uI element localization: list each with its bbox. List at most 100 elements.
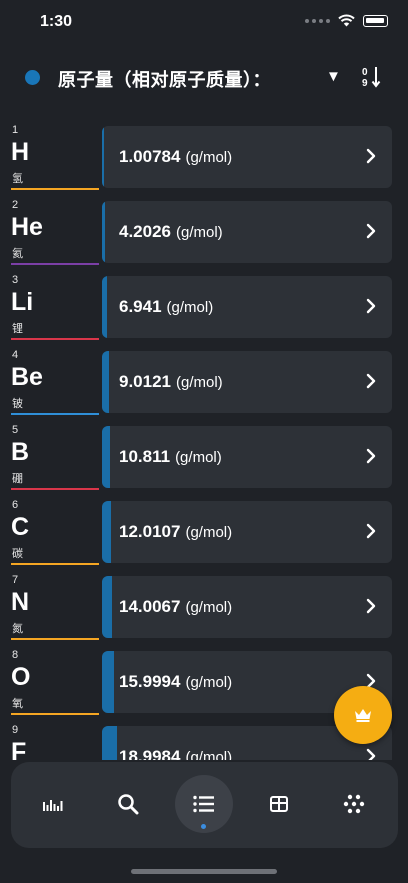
value-bar [102,426,111,488]
element-row[interactable]: 2 He 氦 4.2026 (g/mol) [0,195,408,265]
category-underline [11,413,99,415]
value-bar [102,351,109,413]
property-selector[interactable]: 原子量（相对原子质量）： [58,66,271,92]
element-name: 碳 [12,548,23,560]
element-row[interactable]: 4 Be 铍 9.0121 (g/mol) [0,345,408,415]
element-name: 氧 [12,698,23,710]
value-bar [102,501,111,563]
chevron-right-icon [366,298,376,314]
element-symbol: N [11,588,30,616]
svg-text:9: 9 [362,78,368,88]
signal-icon [305,18,330,23]
status-time: 1:30 [40,13,73,30]
value-text: 12.0107 (g/mol) [119,522,232,542]
status-icons [305,14,388,27]
value-text: 15.9994 (g/mol) [119,672,232,692]
atomic-number: 5 [12,424,19,436]
element-symbol: C [11,513,30,541]
category-underline [11,263,99,265]
atomic-number: 3 [12,274,19,286]
value-bar [102,126,104,188]
atomic-number: 6 [12,499,19,511]
atomic-weight-value: 6.941 [119,297,162,316]
category-underline [11,563,99,565]
nav-table[interactable] [250,775,308,833]
value-bar [102,201,105,263]
element-name: 氢 [12,173,23,185]
chevron-right-icon [366,748,376,760]
chevron-right-icon [366,448,376,464]
element-name: 氦 [12,248,23,260]
unit-label: (g/mol) [166,299,214,316]
value-text: 14.0067 (g/mol) [119,597,232,617]
bottom-nav [11,762,398,848]
nav-spectrum[interactable] [24,775,82,833]
atomic-weight-value: 4.2026 [119,222,171,241]
active-indicator [201,824,206,829]
svg-text:0: 0 [362,67,368,78]
nav-search[interactable] [99,775,157,833]
atomic-weight-value: 12.0107 [119,522,181,541]
value-bar [102,576,113,638]
element-symbol: He [11,213,43,241]
element-row[interactable]: 7 N 氮 14.0067 (g/mol) [0,570,408,640]
atomic-number: 1 [12,124,19,136]
triangle-down-icon[interactable]: ▼ [326,68,341,85]
chevron-right-icon [366,223,376,239]
element-list[interactable]: 1 H 氢 1.00784 (g/mol) 2 He 氦 4.2026 (g/mol… [0,120,408,760]
value-card[interactable]: 14.0067 (g/mol) [102,576,392,638]
value-card[interactable]: 4.2026 (g/mol) [102,201,392,263]
atomic-weight-value: 9.0121 [119,372,171,391]
element-name: 硼 [12,473,23,485]
unit-label: (g/mol) [185,524,233,541]
chevron-right-icon [366,373,376,389]
atomic-weight-value: 14.0067 [119,597,181,616]
value-text: 4.2026 (g/mol) [119,222,223,242]
category-underline [11,488,99,490]
crown-icon [355,709,371,722]
spectrum-icon [43,800,63,811]
value-text: 18.9984 (g/mol) [119,747,232,760]
element-row[interactable]: 3 Li 锂 6.941 (g/mol) [0,270,408,340]
value-bar [102,651,114,713]
table-icon [270,796,288,812]
element-symbol: F [11,738,27,760]
search-icon [118,794,139,815]
premium-fab-button[interactable] [334,686,392,744]
category-underline [11,713,99,715]
atomic-number: 4 [12,349,19,361]
atomic-weight-value: 1.00784 [119,147,181,166]
element-name: 锂 [12,323,23,335]
chevron-right-icon [366,598,376,614]
sort-numeric-icon[interactable]: 0 9 [362,66,382,88]
value-card[interactable]: 6.941 (g/mol) [102,276,392,338]
value-card[interactable]: 12.0107 (g/mol) [102,501,392,563]
property-color-dot [25,70,40,85]
value-card[interactable]: 10.811 (g/mol) [102,426,392,488]
atomic-number: 2 [12,199,19,211]
nav-list[interactable] [175,775,233,833]
element-row[interactable]: 6 C 碳 12.0107 (g/mol) [0,495,408,565]
unit-label: (g/mol) [185,149,233,166]
wifi-icon [338,14,355,27]
element-row[interactable]: 5 B 硼 10.811 (g/mol) [0,420,408,490]
nav-atoms[interactable] [325,775,383,833]
value-bar [102,276,108,338]
property-header: 原子量（相对原子质量）： ▼ 0 9 [0,58,408,98]
category-underline [11,188,99,190]
element-symbol: B [11,438,30,466]
chevron-right-icon [366,148,376,164]
value-card[interactable]: 1.00784 (g/mol) [102,126,392,188]
unit-label: (g/mol) [176,224,223,241]
unit-label: (g/mol) [185,674,233,691]
unit-label: (g/mol) [185,599,233,616]
element-symbol: Be [11,363,43,391]
chevron-right-icon [366,523,376,539]
atomic-weight-value: 10.811 [119,447,171,466]
category-underline [11,638,99,640]
element-symbol: H [11,138,30,166]
element-symbol: O [11,663,31,691]
element-row[interactable]: 1 H 氢 1.00784 (g/mol) [0,120,408,190]
unit-label: (g/mol) [175,449,222,466]
value-card[interactable]: 9.0121 (g/mol) [102,351,392,413]
